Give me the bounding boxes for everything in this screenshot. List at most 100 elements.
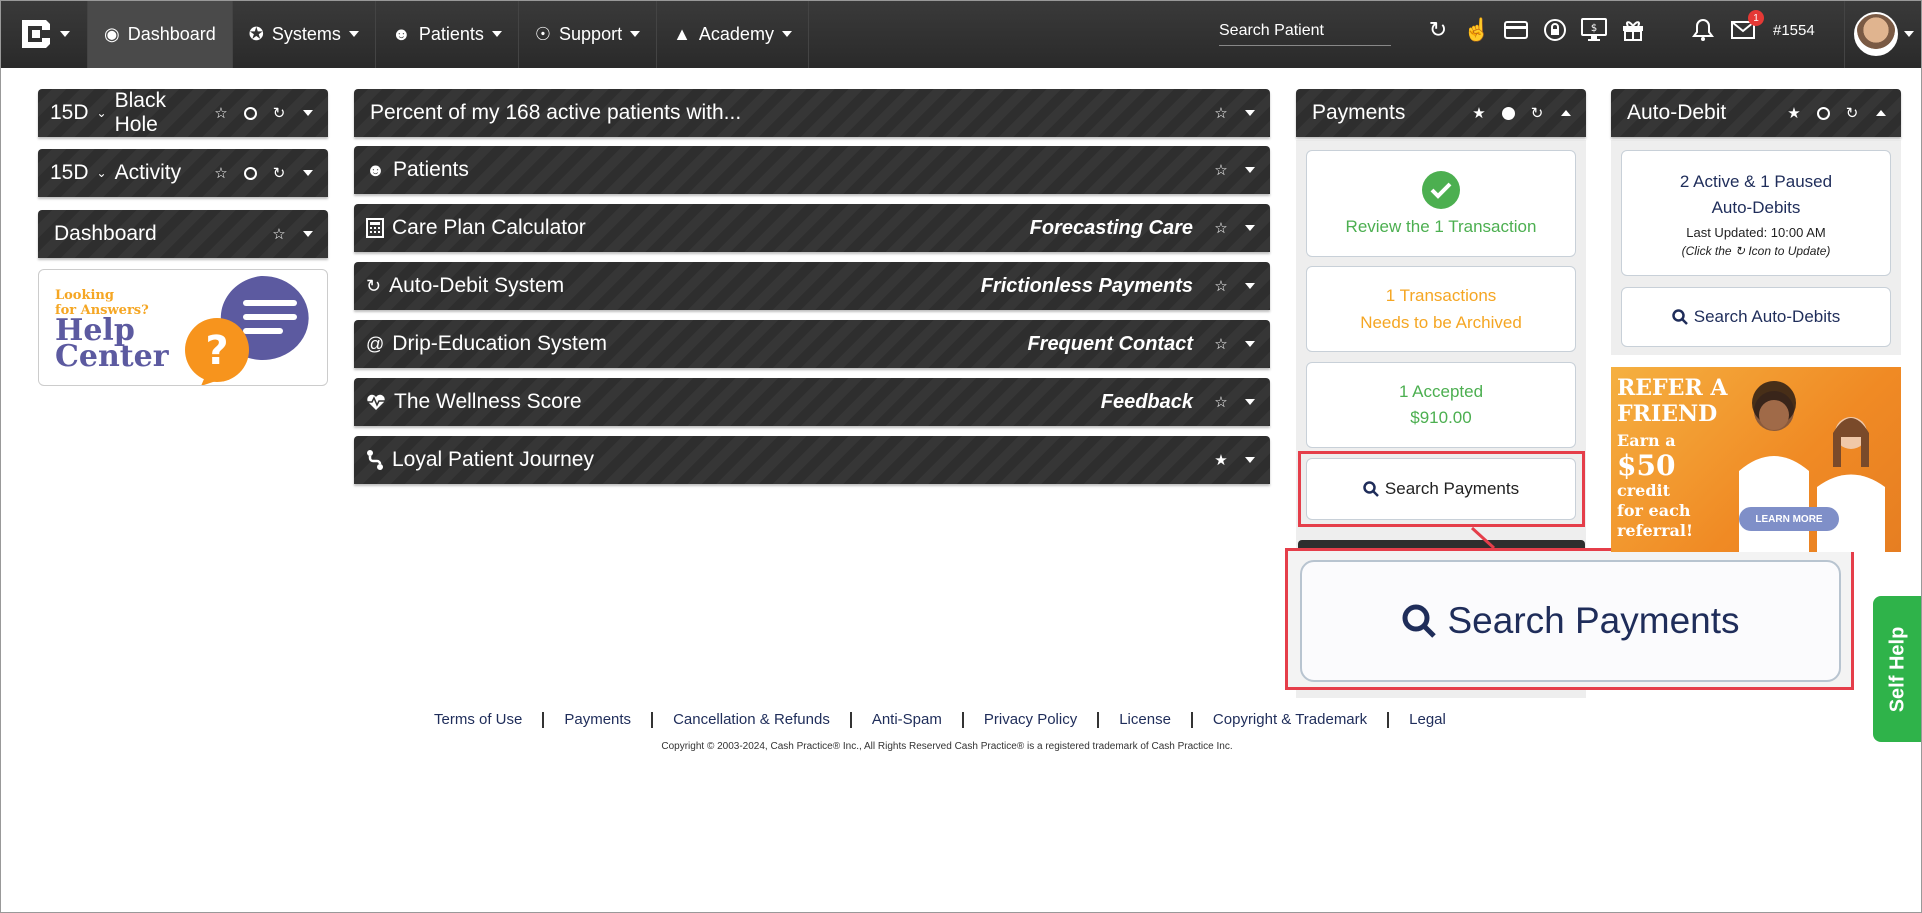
footer-link-legal[interactable]: Legal bbox=[1389, 712, 1466, 728]
panel-patients[interactable]: ☻ Patients ☆ bbox=[354, 146, 1270, 194]
nav-systems[interactable]: ✪ Systems bbox=[233, 0, 376, 68]
star-outline-icon[interactable]: ☆ bbox=[1213, 336, 1229, 353]
refer-a-friend-banner[interactable]: REFER A FRIEND Earn a $50 credit for eac… bbox=[1611, 367, 1901, 552]
envelope-icon[interactable]: 1 bbox=[1730, 10, 1764, 46]
search-payments-zoom[interactable]: Search Payments bbox=[1300, 560, 1841, 682]
panel-black-hole[interactable]: 15D ⌄ Black Hole ☆ ↻ bbox=[38, 89, 328, 137]
star-outline-icon[interactable]: ☆ bbox=[1213, 278, 1229, 295]
panel-loyal-patient-journey[interactable]: Loyal Patient Journey ★ bbox=[354, 436, 1270, 484]
panel-title: Percent of my 168 active patients with..… bbox=[366, 101, 1213, 125]
star-filled-icon[interactable]: ★ bbox=[1786, 105, 1802, 122]
accepted-card[interactable]: 1 Accepted $910.00 bbox=[1306, 362, 1576, 448]
nav-dashboard-label: Dashboard bbox=[127, 23, 216, 44]
users-icon: ☻ bbox=[391, 23, 411, 44]
review-transaction-card[interactable]: Review the 1 Transaction bbox=[1306, 150, 1576, 257]
nav-systems-label: Systems bbox=[271, 23, 341, 44]
user-menu[interactable] bbox=[1844, 0, 1922, 68]
star-outline-icon[interactable]: ☆ bbox=[213, 105, 229, 122]
footer-link-license[interactable]: License bbox=[1099, 712, 1193, 728]
footer-link-privacy[interactable]: Privacy Policy bbox=[964, 712, 1100, 728]
refer-line6: for each bbox=[1617, 501, 1691, 520]
archive-card[interactable]: 1 Transactions Needs to be Archived bbox=[1306, 266, 1576, 352]
panel-activity[interactable]: 15D ⌄ Activity ☆ ↻ bbox=[38, 149, 328, 197]
monitor-dollar-icon[interactable]: $ bbox=[1581, 14, 1607, 46]
panel-payments[interactable]: Payments ★ ↻ bbox=[1296, 89, 1586, 137]
footer-link-cancellation[interactable]: Cancellation & Refunds bbox=[653, 712, 852, 728]
chevron-down-icon[interactable] bbox=[1242, 394, 1258, 410]
refresh-icon[interactable]: ↻ bbox=[271, 165, 287, 182]
chevron-down-icon[interactable] bbox=[300, 226, 316, 242]
panel-title: Loyal Patient Journey bbox=[366, 448, 1213, 472]
panel-dashboard[interactable]: Dashboard ☆ bbox=[38, 210, 328, 258]
chevron-down-icon[interactable] bbox=[1242, 452, 1258, 468]
refresh-icon[interactable]: ↻ bbox=[1844, 105, 1860, 122]
search-auto-debits-button[interactable]: Search Auto-Debits bbox=[1621, 287, 1891, 347]
accepted-count: 1 Accepted bbox=[1398, 382, 1484, 401]
chevron-down-icon[interactable] bbox=[1242, 336, 1258, 352]
panel-label: Black Hole bbox=[114, 89, 166, 136]
star-outline-icon[interactable]: ☆ bbox=[271, 226, 287, 243]
auto-debit-status-card[interactable]: 2 Active & 1 Paused Auto-Debits Last Upd… bbox=[1621, 150, 1891, 276]
callout-connector bbox=[1470, 526, 1496, 550]
panel-percent-active[interactable]: Percent of my 168 active patients with..… bbox=[354, 89, 1270, 137]
nav-patients[interactable]: ☻ Patients bbox=[376, 0, 519, 68]
star-filled-icon[interactable]: ★ bbox=[1213, 452, 1229, 469]
top-navbar: ◉ Dashboard ✪ Systems ☻ Patients ☉ Suppo… bbox=[0, 0, 1922, 68]
star-outline-icon[interactable]: ☆ bbox=[1213, 105, 1229, 122]
panel-drip-education[interactable]: @ Drip-Education System Frequent Contact… bbox=[354, 320, 1270, 368]
search-patient-input[interactable]: Search Patient bbox=[1219, 20, 1391, 46]
route-icon bbox=[367, 450, 383, 470]
star-outline-icon[interactable]: ☆ bbox=[1213, 394, 1229, 411]
chevron-up-icon[interactable] bbox=[1558, 105, 1574, 121]
panel-auto-debit[interactable]: Auto-Debit ★ ↻ bbox=[1611, 89, 1901, 137]
lock-icon[interactable] bbox=[1542, 14, 1568, 46]
puzzle-icon: ✪ bbox=[248, 23, 264, 44]
chevron-down-icon[interactable] bbox=[1242, 220, 1258, 236]
nav-dashboard[interactable]: ◉ Dashboard bbox=[88, 0, 233, 68]
refresh-icon[interactable]: ↻ bbox=[271, 105, 287, 122]
chevron-down-icon[interactable] bbox=[1242, 105, 1258, 121]
panel-auto-debit-system[interactable]: ↻ Auto-Debit System Frictionless Payment… bbox=[354, 262, 1270, 310]
star-filled-icon[interactable]: ★ bbox=[1471, 105, 1487, 122]
range-selector[interactable]: 15D bbox=[50, 101, 89, 125]
panel-wellness-score[interactable]: The Wellness Score Feedback ☆ bbox=[354, 378, 1270, 426]
star-outline-icon[interactable]: ☆ bbox=[213, 165, 229, 182]
refresh-icon[interactable]: ↻ bbox=[1529, 105, 1545, 122]
chevron-up-icon[interactable] bbox=[1873, 105, 1889, 121]
chevron-down-icon[interactable] bbox=[300, 165, 316, 181]
bell-icon[interactable] bbox=[1690, 14, 1716, 46]
footer-link-terms[interactable]: Terms of Use bbox=[434, 712, 545, 728]
circle-outline-icon[interactable] bbox=[242, 165, 258, 181]
graduation-cap-icon: ▲ bbox=[673, 23, 691, 44]
footer-link-anti-spam[interactable]: Anti-Spam bbox=[852, 712, 964, 728]
learn-more-button[interactable]: LEARN MORE bbox=[1739, 507, 1839, 531]
panel-tools: ☆ ↻ bbox=[213, 165, 316, 182]
gift-icon[interactable] bbox=[1620, 14, 1646, 46]
notification-area: 1 bbox=[1690, 10, 1764, 46]
footer-link-payments[interactable]: Payments bbox=[544, 712, 654, 728]
nav-academy[interactable]: ▲ Academy bbox=[657, 0, 809, 68]
panel-label: Care Plan Calculator bbox=[392, 216, 586, 239]
refresh-icon[interactable]: ↻ bbox=[1425, 14, 1451, 46]
hand-pointer-icon[interactable]: ☝ bbox=[1463, 14, 1490, 46]
credit-card-icon[interactable] bbox=[1503, 14, 1529, 46]
circle-outline-icon[interactable] bbox=[242, 105, 258, 121]
star-outline-icon[interactable]: ☆ bbox=[1213, 162, 1229, 179]
chevron-down-icon[interactable] bbox=[1242, 162, 1258, 178]
chevron-down-icon[interactable] bbox=[300, 105, 316, 121]
circle-filled-icon[interactable] bbox=[1500, 105, 1516, 121]
footer-link-copyright[interactable]: Copyright & Trademark bbox=[1193, 712, 1390, 728]
nav-support[interactable]: ☉ Support bbox=[519, 0, 658, 68]
calculator-icon bbox=[366, 218, 384, 238]
nav-patients-label: Patients bbox=[418, 23, 484, 44]
star-outline-icon[interactable]: ☆ bbox=[1213, 220, 1229, 237]
help-center-banner[interactable]: Looking for Answers? Help Center ? bbox=[38, 269, 328, 386]
self-help-tab[interactable]: Self Help bbox=[1873, 596, 1922, 742]
range-selector[interactable]: 15D bbox=[50, 161, 89, 185]
panel-care-plan[interactable]: Care Plan Calculator Forecasting Care ☆ bbox=[354, 204, 1270, 252]
panel-tools: ☆ bbox=[1213, 278, 1258, 295]
dashboard-icon: ◉ bbox=[104, 23, 120, 44]
circle-outline-icon[interactable] bbox=[1815, 105, 1831, 121]
chevron-down-icon[interactable] bbox=[1242, 278, 1258, 294]
app-logo[interactable] bbox=[0, 0, 88, 68]
